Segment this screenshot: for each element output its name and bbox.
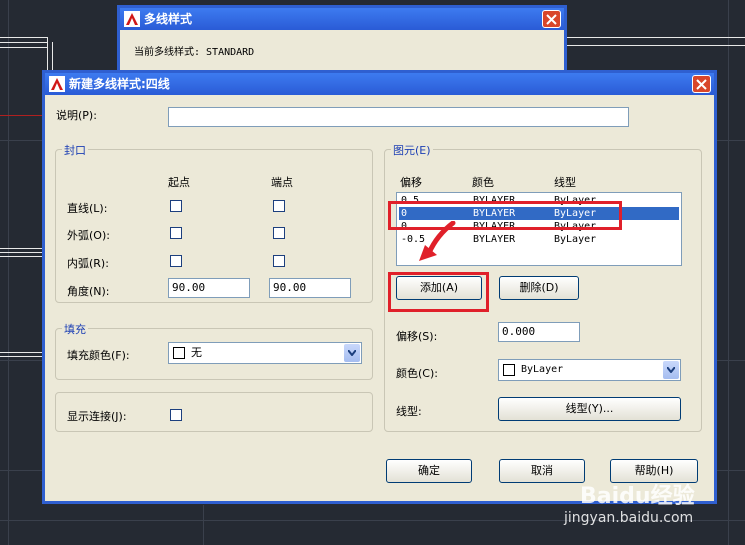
current-style-label: 当前多线样式: STANDARD xyxy=(134,47,255,58)
titlebar: 新建多线样式:四线 xyxy=(45,73,714,95)
fill-group: 填充 填充颜色(F): 无 xyxy=(55,321,373,380)
delete-element-button[interactable]: 删除(D) xyxy=(499,276,579,300)
caps-group-title: 封口 xyxy=(62,142,88,158)
drawing-line xyxy=(567,45,745,46)
element-linetype: ByLayer xyxy=(554,234,597,245)
drawing-line xyxy=(52,42,53,72)
show-joints-checkbox[interactable] xyxy=(170,409,182,421)
drawing-line xyxy=(0,115,44,116)
description-input[interactable] xyxy=(168,107,629,127)
dropdown-arrow[interactable] xyxy=(663,361,679,379)
elements-group-title: 图元(E) xyxy=(391,142,433,158)
fill-group-title: 填充 xyxy=(62,321,88,337)
linetype-button[interactable]: 线型(Y)... xyxy=(498,397,681,421)
window-title: 新建多线样式:四线 xyxy=(69,77,170,91)
caps-end-header: 端点 xyxy=(271,176,293,189)
watermark-brand: Baidu经验 xyxy=(580,484,695,509)
cap-inner-arc-label: 内弧(R): xyxy=(67,257,109,270)
element-color: BYLAYER xyxy=(473,234,516,245)
drawing-line xyxy=(0,47,48,48)
titlebar: 多线样式 xyxy=(120,8,564,30)
new-multiline-style-dialog: 新建多线样式:四线 说明(P): 封口 起点 端点 直线(L): 外弧(O): … xyxy=(42,70,717,504)
elements-linetype-header: 线型 xyxy=(554,176,576,189)
cap-inner-arc-end-checkbox[interactable] xyxy=(273,255,285,267)
element-color-label: 颜色(C): xyxy=(396,367,438,380)
drawing-line xyxy=(0,356,44,357)
autocad-app-icon xyxy=(124,11,140,27)
cap-line-end-checkbox[interactable] xyxy=(273,200,285,212)
element-offset-label: 偏移(S): xyxy=(396,330,438,343)
element-color-select[interactable]: ByLayer xyxy=(498,359,681,381)
cap-outer-arc-start-checkbox[interactable] xyxy=(170,227,182,239)
caps-group: 封口 起点 端点 直线(L): 外弧(O): 内弧(R): 角度(N): 90.… xyxy=(55,142,373,303)
drawing-line xyxy=(0,42,48,43)
color-swatch xyxy=(173,347,185,359)
cap-line-start-checkbox[interactable] xyxy=(170,200,182,212)
autocad-app-icon xyxy=(49,76,65,92)
element-offset-input[interactable]: 0.000 xyxy=(498,322,580,342)
angle-end-input[interactable]: 90.00 xyxy=(269,278,351,298)
elements-offset-header: 偏移 xyxy=(400,176,422,189)
grid-line xyxy=(8,0,9,545)
color-swatch xyxy=(503,364,515,376)
fill-color-value: 无 xyxy=(191,346,202,359)
drawing-line xyxy=(0,37,48,38)
watermark-url: jingyan.baidu.com xyxy=(564,510,694,526)
window-title: 多线样式 xyxy=(144,12,193,26)
show-joints-label: 显示连接(J): xyxy=(67,410,127,423)
cap-line-label: 直线(L): xyxy=(67,202,108,215)
highlight-box xyxy=(388,272,489,312)
cap-outer-arc-label: 外弧(O): xyxy=(67,229,110,242)
elements-color-header: 颜色 xyxy=(472,176,494,189)
angle-start-input[interactable]: 90.00 xyxy=(168,278,250,298)
close-button[interactable] xyxy=(692,75,711,93)
red-arrow-icon xyxy=(419,221,456,261)
angle-label: 角度(N): xyxy=(67,285,110,298)
close-icon xyxy=(546,14,557,25)
description-label: 说明(P): xyxy=(56,109,97,122)
grid-line xyxy=(728,0,729,545)
element-color-value: ByLayer xyxy=(521,364,564,375)
chevron-down-icon xyxy=(348,350,356,356)
chevron-down-icon xyxy=(667,367,675,373)
drawing-line xyxy=(0,252,44,253)
drawing-line xyxy=(0,352,44,353)
cap-inner-arc-start-checkbox[interactable] xyxy=(170,255,182,267)
grid-line xyxy=(203,505,204,545)
element-linetype-label: 线型: xyxy=(396,405,422,418)
cancel-button[interactable]: 取消 xyxy=(499,459,585,483)
show-joints-group: 显示连接(J): xyxy=(55,392,373,432)
drawing-line xyxy=(567,37,745,38)
close-button[interactable] xyxy=(542,10,561,28)
baidu-watermark: Baidu经验 jingyan.baidu.com xyxy=(564,478,720,538)
drawing-line xyxy=(0,248,44,249)
cap-outer-arc-end-checkbox[interactable] xyxy=(273,227,285,239)
ok-button[interactable]: 确定 xyxy=(386,459,472,483)
fill-color-select[interactable]: 无 xyxy=(168,342,362,364)
drawing-line xyxy=(0,256,44,257)
close-icon xyxy=(696,79,707,90)
dropdown-arrow[interactable] xyxy=(344,344,360,362)
caps-start-header: 起点 xyxy=(168,176,190,189)
fill-color-label: 填充颜色(F): xyxy=(67,349,130,362)
